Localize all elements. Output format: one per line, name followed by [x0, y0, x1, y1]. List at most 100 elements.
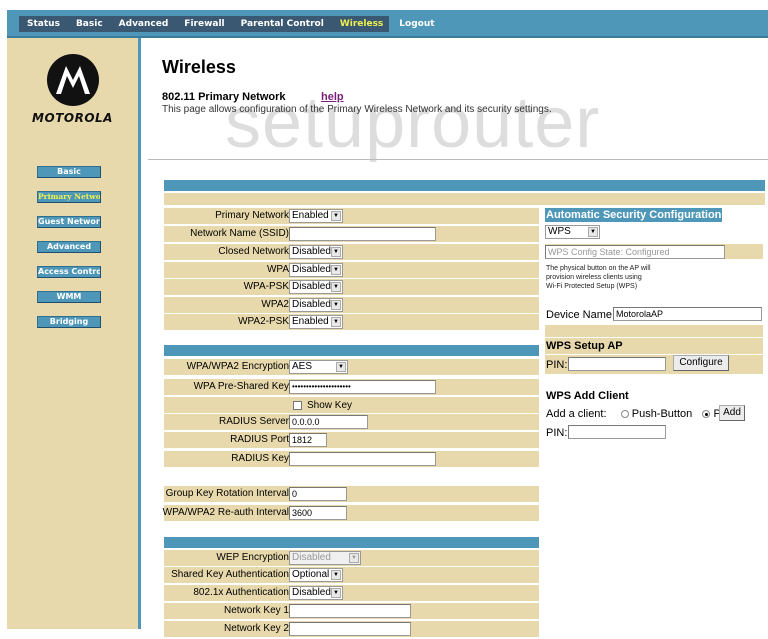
chevron-down-icon: ▼ [331, 282, 341, 292]
sidebar-item-advanced[interactable]: Advanced [37, 241, 101, 253]
add-client-label: Add a client: [546, 408, 607, 420]
sidebar-item-bridging[interactable]: Bridging [37, 316, 101, 328]
nav-wireless[interactable]: Wireless [332, 19, 391, 29]
label: Network Key 1 [223, 605, 289, 616]
label: RADIUS Server [218, 416, 289, 427]
show-key-checkbox[interactable] [293, 400, 302, 410]
label: 802.1x Authentication [193, 587, 289, 598]
label: Group Key Rotation Interval [165, 488, 289, 499]
label: Closed Network [218, 246, 289, 257]
psk-input[interactable]: ••••••••••••••••••••• [289, 380, 436, 394]
section-spacer-bar [164, 193, 765, 205]
wps-note: The physical button on the AP will provi… [546, 264, 651, 291]
label: RADIUS Key [231, 453, 289, 464]
wps-section-title: Automatic Security Configuration [545, 208, 723, 222]
device-name-label: Device Name [546, 309, 613, 321]
wpa2-psk-select[interactable]: Enabled ▼ [289, 315, 343, 329]
wps-mode-select[interactable]: WPS ▼ [545, 225, 600, 239]
wep-encryption-select: Disabled ▼ [289, 551, 361, 565]
top-nav-bar: Status Basic Advanced Firewall Parental … [7, 10, 768, 38]
row-closed-network: Closed Network Disabled ▼ [164, 244, 539, 260]
wpa-psk-select[interactable]: Disabled ▼ [289, 280, 343, 294]
page-description: This page allows configuration of the Pr… [162, 104, 552, 115]
nav-firewall[interactable]: Firewall [176, 19, 232, 29]
label: Shared Key Authentication [171, 569, 289, 580]
label: WPA/WPA2 Re-auth Interval [162, 507, 289, 518]
motorola-logo-icon [47, 54, 99, 106]
push-button-label: Push-Button [631, 408, 693, 420]
chevron-down-icon: ▼ [331, 317, 341, 327]
sidebar-item-access-control[interactable]: Access Control [37, 266, 101, 278]
primary-network-select[interactable]: Enabled ▼ [289, 209, 343, 223]
row-network-key-1: Network Key 1 [164, 603, 539, 619]
help-link[interactable]: help [321, 91, 344, 103]
chevron-down-icon: ▼ [331, 300, 341, 310]
sidebar: MOTOROLA Basic Primary Network Guest Net… [7, 38, 138, 629]
row-show-key: Show Key [164, 397, 539, 413]
label: WPA2-PSK [238, 316, 289, 327]
wpa-select[interactable]: Disabled ▼ [289, 263, 343, 277]
wpa2-select[interactable]: Disabled ▼ [289, 298, 343, 312]
wps-config-state-field: WPS Config State: Configured [545, 245, 725, 259]
sidebar-item-wmm[interactable]: WMM [37, 291, 101, 303]
row-network-key-2: Network Key 2 [164, 621, 539, 637]
encryption-select[interactable]: AES ▼ [289, 360, 348, 374]
nav-parental-control[interactable]: Parental Control [233, 19, 332, 29]
top-nav: Status Basic Advanced Firewall Parental … [19, 16, 435, 32]
client-pin-input[interactable] [568, 425, 666, 439]
ssid-input[interactable] [289, 227, 436, 241]
nav-advanced[interactable]: Advanced [111, 19, 177, 29]
radius-server-input[interactable]: 0.0.0.0 [289, 415, 368, 429]
network-key-2-input[interactable] [289, 622, 411, 636]
row-reauth-interval: WPA/WPA2 Re-auth Interval 3600 [162, 505, 539, 521]
page-title: Wireless [162, 57, 236, 77]
row-8021x-auth: 802.1x Authentication Disabled ▼ [164, 585, 539, 601]
chevron-down-icon: ▼ [336, 362, 346, 372]
label: Primary Network [215, 210, 289, 221]
chevron-down-icon: ▼ [331, 570, 341, 580]
page-subtitle: 802.11 Primary Network [162, 91, 286, 103]
chevron-down-icon: ▼ [349, 553, 359, 563]
push-button-radio[interactable] [620, 410, 629, 419]
configure-button[interactable]: Configure [673, 355, 729, 371]
row-wpa: WPA Disabled ▼ [164, 262, 539, 278]
row-shared-key-auth: Shared Key Authentication Optional ▼ [164, 567, 539, 583]
wep-section-header-bar [164, 537, 539, 548]
header-divider [148, 159, 768, 160]
chevron-down-icon: ▼ [331, 588, 341, 598]
label: Network Name (SSID) [190, 228, 289, 239]
row-radius-server: RADIUS Server 0.0.0.0 [164, 414, 539, 430]
setup-pin-input[interactable] [568, 357, 666, 371]
closed-network-select[interactable]: Disabled ▼ [289, 245, 343, 259]
wps-add-client-title: WPS Add Client [546, 390, 629, 402]
row-wpa2-psk: WPA2-PSK Enabled ▼ [164, 314, 539, 330]
section-header-bar [164, 180, 765, 191]
auth-8021x-select[interactable]: Disabled ▼ [289, 586, 343, 600]
chevron-down-icon: ▼ [331, 265, 341, 275]
chevron-down-icon: ▼ [331, 211, 341, 221]
add-client-button[interactable]: Add [719, 405, 745, 421]
nav-status[interactable]: Status [19, 19, 68, 29]
nav-logout[interactable]: Logout [391, 19, 442, 29]
sidebar-item-primary-network[interactable]: Primary Network [37, 191, 101, 203]
sidebar-item-basic[interactable]: Basic [37, 166, 101, 178]
row-primary-network: Primary Network Enabled ▼ [164, 208, 539, 224]
sidebar-item-guest-network[interactable]: Guest Network [37, 216, 101, 228]
device-name-input[interactable]: MotorolaAP [613, 307, 762, 321]
pin-radio[interactable] [702, 410, 711, 419]
label: WPA/WPA2 Encryption [186, 361, 289, 372]
label: WPA-PSK [243, 281, 289, 292]
wps-setup-ap-title: WPS Setup AP [546, 340, 623, 352]
client-pin-label: PIN: [546, 427, 568, 439]
row-ssid: Network Name (SSID) [164, 226, 539, 242]
row-psk: WPA Pre-Shared Key ••••••••••••••••••••• [164, 379, 539, 395]
radius-port-input[interactable]: 1812 [289, 433, 327, 447]
group-key-rotation-input[interactable]: 0 [289, 487, 347, 501]
label: WPA2 [261, 299, 289, 310]
radius-key-input[interactable] [289, 452, 436, 466]
nav-basic[interactable]: Basic [68, 19, 111, 29]
shared-key-auth-select[interactable]: Optional ▼ [289, 568, 343, 582]
reauth-interval-input[interactable]: 3600 [289, 506, 347, 520]
row-radius-key: RADIUS Key [164, 451, 539, 467]
network-key-1-input[interactable] [289, 604, 411, 618]
